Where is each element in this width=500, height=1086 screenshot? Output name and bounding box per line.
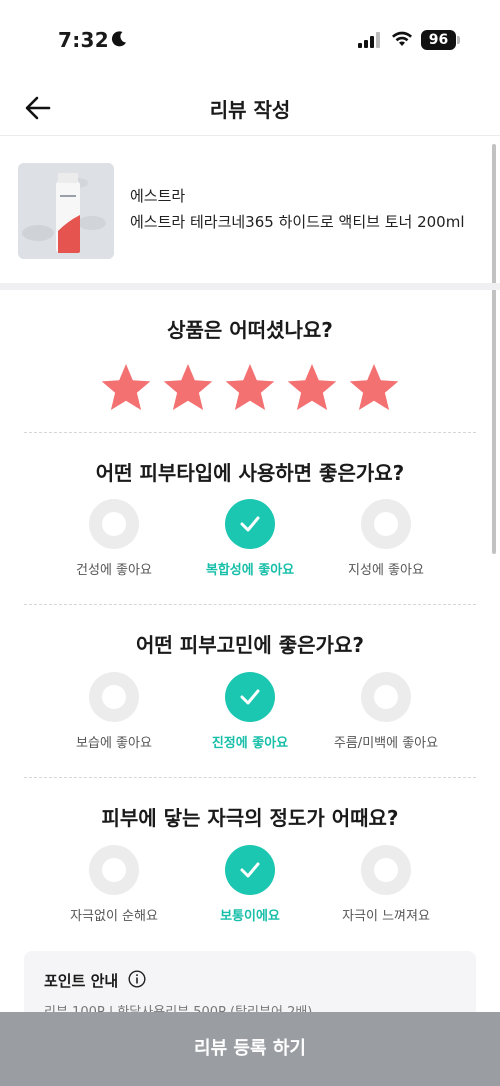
wifi-icon [392, 31, 412, 46]
radio-selected[interactable] [225, 845, 275, 895]
skin-concern-option-moisture[interactable]: 보습에 좋아요 [39, 672, 189, 762]
option-label: 진정에 좋아요 [211, 736, 289, 751]
notice-title: 포인트 안내 [44, 972, 119, 990]
page-title: 리뷰 작성 [209, 98, 291, 122]
irritation-option-irritating[interactable]: 자극이 느껴져요 [311, 845, 461, 935]
option-label: 자극이 느껴져요 [342, 909, 430, 924]
check-icon [240, 689, 260, 705]
option-label: 복합성에 좋아요 [205, 563, 295, 578]
radio-selected[interactable] [225, 672, 275, 722]
star-icon[interactable] [100, 362, 152, 414]
star-rating[interactable] [100, 362, 400, 414]
dashed-divider [24, 432, 476, 433]
dashed-divider [24, 777, 476, 778]
info-icon[interactable] [128, 970, 146, 988]
check-icon [240, 862, 260, 878]
battery-tip [457, 36, 460, 44]
skin-type-options: 건성에 좋아요 복합성에 좋아요 지성에 좋아요 [0, 499, 500, 589]
radio-unselected[interactable] [89, 499, 139, 549]
battery-indicator: 96 [421, 30, 456, 50]
radio-selected[interactable] [225, 499, 275, 549]
option-label: 건성에 좋아요 [76, 563, 152, 578]
option-label: 자극없이 순해요 [70, 909, 158, 924]
status-bar: 7:32 96 [0, 0, 500, 80]
irritation-option-mild[interactable]: 자극없이 순해요 [39, 845, 189, 935]
skin-type-question: 어떤 피부타입에 사용하면 좋은가요? [95, 461, 405, 485]
section-divider [0, 283, 500, 290]
product-name: 에스트라 테라크네365 하이드로 액티브 토너 200ml [130, 213, 465, 231]
irritation-question: 피부에 닿는 자극의 정도가 어때요? [101, 806, 399, 830]
rating-question: 상품은 어떠셨나요? [167, 318, 333, 342]
dashed-divider [24, 604, 476, 605]
skin-concern-options: 보습에 좋아요 진정에 좋아요 주름/미백에 좋아요 [0, 672, 500, 762]
skin-type-option-combination[interactable]: 복합성에 좋아요 [175, 499, 325, 589]
option-label: 지성에 좋아요 [348, 563, 424, 578]
irritation-option-normal[interactable]: 보통이에요 [175, 845, 325, 935]
product-card: 에스트라 에스트라 테라크네365 하이드로 액티브 토너 200ml [0, 137, 500, 282]
skin-type-option-dry[interactable]: 건성에 좋아요 [39, 499, 189, 589]
product-brand: 에스트라 [130, 187, 186, 205]
check-icon [240, 516, 260, 532]
signal-icon [358, 32, 380, 48]
radio-unselected[interactable] [89, 672, 139, 722]
status-time: 7:32 [58, 28, 109, 52]
submit-review-button[interactable]: 리뷰 등록 하기 [0, 1012, 500, 1086]
option-label: 보습에 좋아요 [76, 736, 152, 751]
star-icon[interactable] [348, 362, 400, 414]
radio-unselected[interactable] [361, 499, 411, 549]
radio-unselected[interactable] [89, 845, 139, 895]
product-image [18, 163, 114, 259]
radio-unselected[interactable] [361, 672, 411, 722]
skin-type-option-oily[interactable]: 지성에 좋아요 [311, 499, 461, 589]
skin-concern-option-wrinkle[interactable]: 주름/미백에 좋아요 [311, 672, 461, 762]
skin-concern-option-soothing[interactable]: 진정에 좋아요 [175, 672, 325, 762]
moon-icon [111, 31, 126, 47]
option-label: 보통이에요 [220, 909, 280, 924]
skin-concern-question: 어떤 피부고민에 좋은가요? [136, 633, 364, 657]
option-label: 주름/미백에 좋아요 [333, 736, 439, 751]
star-icon[interactable] [286, 362, 338, 414]
irritation-options: 자극없이 순해요 보통이에요 자극이 느껴져요 [0, 845, 500, 935]
radio-unselected[interactable] [361, 845, 411, 895]
star-icon[interactable] [224, 362, 276, 414]
app-header: 리뷰 작성 [0, 80, 500, 136]
star-icon[interactable] [162, 362, 214, 414]
